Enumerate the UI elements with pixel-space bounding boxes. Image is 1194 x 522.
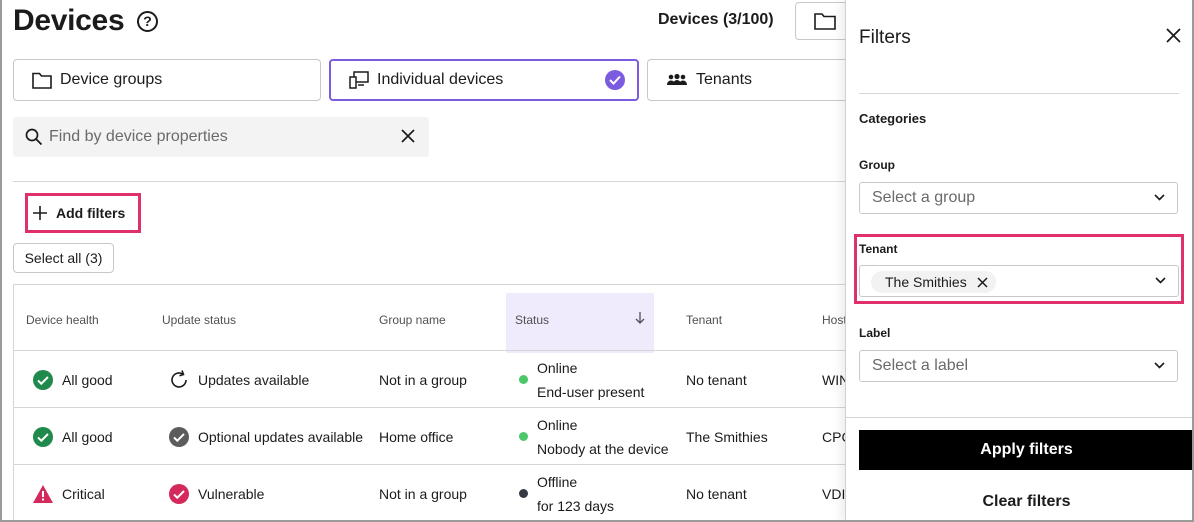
group-select-placeholder: Select a group: [872, 189, 976, 206]
status: Online: [537, 417, 578, 433]
column-header-tenant[interactable]: Tenant: [686, 313, 722, 327]
chevron-down-icon: [1155, 277, 1166, 284]
folder-icon: [814, 13, 836, 30]
divider: [859, 93, 1179, 94]
status-detail: for 123 days: [537, 498, 615, 514]
device-health: All good: [62, 372, 113, 388]
close-icon[interactable]: [1166, 28, 1181, 43]
check-circle-icon: [33, 427, 53, 447]
label-filter-label: Label: [859, 326, 891, 340]
filters-panel: Filters Categories Group Select a group …: [845, 0, 1192, 520]
tenant: No tenant: [686, 486, 747, 502]
check-circle-red-icon: [169, 484, 189, 504]
tenant-select[interactable]: The Smithies: [859, 265, 1179, 297]
update-status: Updates available: [198, 372, 310, 388]
check-circle-icon: [33, 370, 53, 390]
tab-individual-devices[interactable]: Individual devices: [329, 59, 639, 101]
tab-device-groups[interactable]: Device groups: [13, 59, 321, 101]
filters-panel-title: Filters: [859, 27, 911, 48]
column-header-group-name[interactable]: Group name: [379, 313, 446, 327]
folder-icon: [32, 72, 52, 89]
app-window: Devices ? Devices (3/100) Device groups …: [0, 0, 1194, 522]
tab-label: Device groups: [60, 71, 163, 88]
clear-search-icon[interactable]: [401, 129, 415, 143]
search-input[interactable]: [49, 123, 389, 151]
check-circle-gray-icon: [169, 427, 189, 447]
tenant-filter-label: Tenant: [859, 242, 898, 256]
devices-count: Devices (3/100): [658, 11, 774, 28]
divider: [846, 417, 1192, 418]
apply-filters-button[interactable]: Apply filters: [859, 430, 1192, 470]
categories-heading: Categories: [859, 111, 927, 126]
row-divider: [14, 464, 847, 465]
divider: [13, 181, 847, 182]
label-select-placeholder: Select a label: [872, 357, 969, 374]
tenant-chip-label: The Smithies: [885, 274, 967, 290]
device-search: [13, 117, 429, 157]
chevron-down-icon: [1154, 362, 1165, 369]
devices-table: Device health Update status Group name S…: [13, 284, 847, 520]
column-header-device-health[interactable]: Device health: [26, 313, 99, 327]
add-filters-label: Add filters: [56, 205, 126, 221]
status: Online: [537, 360, 578, 376]
column-header-update-status[interactable]: Update status: [162, 313, 236, 327]
devices-main: Devices ? Devices (3/100) Device groups …: [2, 0, 847, 520]
row-divider: [14, 350, 847, 351]
status-detail: Nobody at the device: [537, 441, 669, 457]
help-icon[interactable]: ?: [137, 11, 158, 32]
group-name: Home office: [379, 429, 454, 445]
host: CPC: [822, 429, 847, 445]
tenant-chip: The Smithies: [871, 271, 996, 293]
chevron-down-icon: [1154, 194, 1165, 201]
row-divider: [14, 407, 847, 408]
device-health: All good: [62, 429, 113, 445]
tab-label: Tenants: [696, 71, 753, 88]
sort-descending-icon[interactable]: [635, 312, 645, 324]
clear-filters-button[interactable]: Clear filters: [859, 486, 1192, 518]
tenant-filter-highlight: Tenant The Smithies: [854, 234, 1184, 304]
host: VDI-: [822, 486, 847, 502]
column-header-host[interactable]: Host: [822, 313, 847, 327]
people-icon: [667, 73, 687, 85]
folder-button[interactable]: [795, 2, 847, 40]
devices-icon: [349, 71, 369, 89]
group-name: Not in a group: [379, 486, 467, 502]
warning-triangle-icon: [33, 485, 53, 503]
online-status-dot: [519, 432, 528, 441]
group-select[interactable]: Select a group: [859, 182, 1178, 214]
host: WIN: [822, 372, 847, 388]
column-header-status[interactable]: Status: [515, 313, 549, 327]
page-title: Devices: [13, 4, 125, 37]
tenant: The Smithies: [686, 429, 768, 445]
group-name: Not in a group: [379, 372, 467, 388]
status: Offline: [537, 474, 578, 490]
refresh-icon: [171, 370, 187, 388]
selected-check-icon: [605, 70, 625, 90]
device-health: Critical: [62, 486, 105, 502]
update-status: Optional updates available: [198, 429, 364, 445]
tab-tenants[interactable]: Tenants: [647, 59, 847, 101]
group-filter-label: Group: [859, 158, 895, 172]
update-status: Vulnerable: [198, 486, 265, 502]
plus-icon: [33, 206, 47, 220]
tab-label: Individual devices: [377, 71, 504, 88]
offline-status-dot: [519, 489, 528, 498]
tenant: No tenant: [686, 372, 747, 388]
remove-chip-icon[interactable]: [977, 276, 988, 288]
status-detail: End-user present: [537, 384, 645, 400]
label-select[interactable]: Select a label: [859, 350, 1178, 382]
online-status-dot: [519, 375, 528, 384]
search-icon: [25, 128, 43, 146]
select-all-button[interactable]: Select all (3): [13, 243, 114, 273]
add-filters-button[interactable]: Add filters: [25, 193, 141, 233]
